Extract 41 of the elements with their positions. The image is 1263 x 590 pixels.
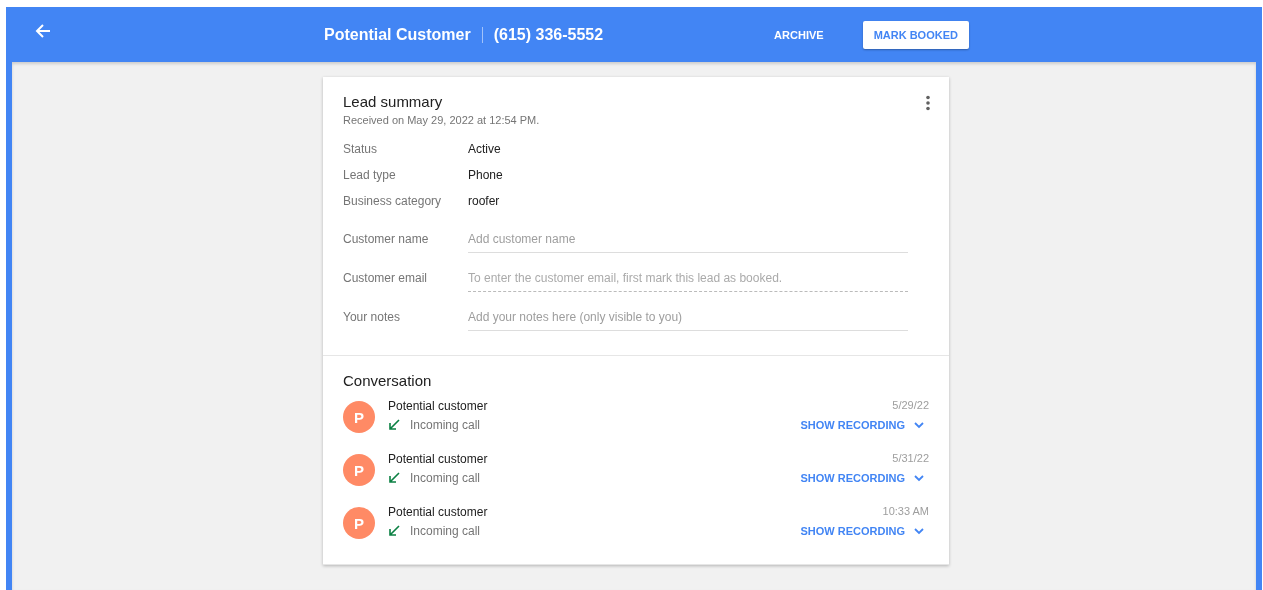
input-field[interactable]: Add your notes here (only visible to you) — [468, 304, 908, 331]
chevron-down-icon[interactable] — [913, 525, 925, 537]
input-field[interactable]: Add customer name — [468, 226, 908, 253]
call-type: Incoming call — [410, 471, 481, 485]
detail-value: Active — [468, 141, 502, 158]
lead-title: Potential Customer — [324, 25, 471, 44]
call-time: 5/31/22 — [892, 452, 929, 464]
field-label: Your notes — [343, 309, 401, 326]
caller-name: Potential customer — [388, 452, 489, 466]
detail-label: Business category — [343, 193, 443, 210]
back-arrow-icon[interactable] — [34, 21, 52, 40]
show-recording-link[interactable]: SHOW RECORDING — [800, 419, 905, 431]
call-type: Incoming call — [410, 524, 481, 538]
avatar: P — [343, 401, 375, 433]
more-options-icon[interactable] — [925, 95, 931, 111]
chevron-down-icon[interactable] — [913, 419, 925, 431]
avatar: P — [343, 507, 375, 539]
section-title: Conversation — [343, 372, 432, 389]
incoming-call-icon — [388, 472, 400, 484]
detail-value: roofer — [468, 193, 501, 210]
show-recording-link[interactable]: SHOW RECORDING — [800, 525, 905, 537]
show-recording-link[interactable]: SHOW RECORDING — [800, 472, 905, 484]
call-time: 10:33 AM — [882, 505, 929, 517]
chevron-down-icon[interactable] — [913, 472, 925, 484]
received-date: Received on May 29, 2022 at 12:54 PM. — [343, 114, 541, 126]
mark-booked-button[interactable]: MARK BOOKED — [862, 20, 969, 49]
caller-name: Potential customer — [388, 505, 489, 519]
phone-number: (615) 336-5552 — [493, 25, 604, 44]
detail-label: Status — [343, 141, 379, 158]
detail-value: Phone — [468, 167, 504, 184]
field-label: Customer email — [343, 270, 429, 287]
call-time: 5/29/22 — [892, 399, 929, 411]
card-title: Lead summary — [343, 93, 443, 110]
incoming-call-icon — [388, 525, 400, 537]
caller-name: Potential customer — [388, 399, 489, 413]
call-type: Incoming call — [410, 418, 481, 432]
avatar: P — [343, 454, 375, 486]
archive-button[interactable]: ARCHIVE — [763, 20, 835, 49]
field-label: Customer name — [343, 231, 430, 248]
incoming-call-icon — [388, 419, 400, 431]
detail-label: Lead type — [343, 167, 397, 184]
